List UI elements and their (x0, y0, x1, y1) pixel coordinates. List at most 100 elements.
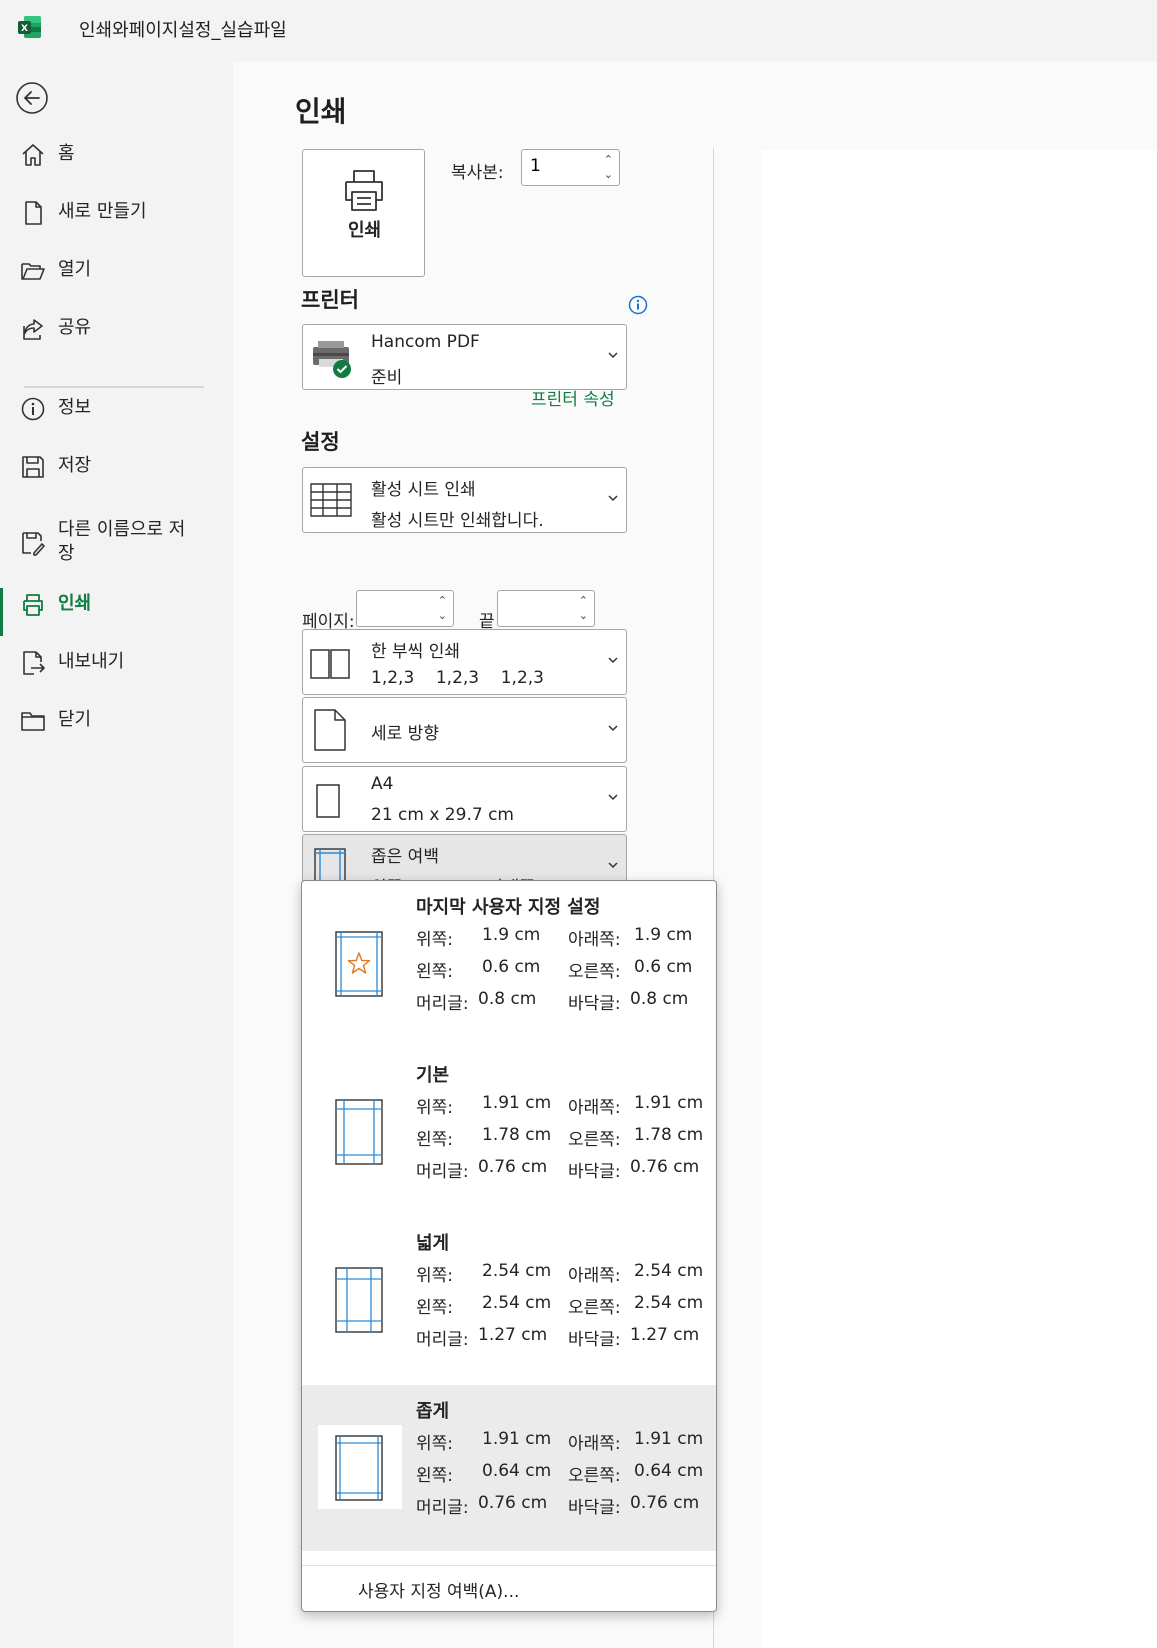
value: 2.54 cm (634, 1261, 704, 1281)
label: 머리글: (416, 994, 469, 1014)
label: 오른쪽: (568, 1466, 621, 1486)
nav-save[interactable]: 저장 (0, 442, 232, 490)
value: 1.78 cm (482, 1125, 552, 1145)
nav-label: 내보내기 (58, 651, 125, 672)
value: 0.6 cm (482, 957, 541, 977)
save-as-icon (22, 532, 45, 556)
narrow-margins-icon (335, 1435, 383, 1501)
chevron-down-icon (608, 657, 618, 664)
margin-option-normal[interactable]: 기본 위쪽: 1.91 cm 아래쪽: 1.91 cm 왼쪽: 1.78 cm 오른쪽: 1… (302, 1049, 716, 1217)
printer-properties-link[interactable]: 프린터 속성 (531, 385, 615, 410)
value: 0.76 cm (478, 1157, 548, 1177)
printer-dropdown[interactable]: Hancom PDF 준비 (302, 324, 627, 390)
nav-label: 새로 만들기 (58, 201, 147, 222)
nav-info[interactable]: 정보 (0, 384, 232, 432)
title-bar: X 인쇄와페이지설정_실습파일 (0, 0, 1157, 56)
value: 2.54 cm (482, 1261, 552, 1281)
nav-open[interactable]: 열기 (0, 246, 232, 294)
value: 2.54 cm (482, 1293, 552, 1313)
excel-app-icon: X (18, 16, 41, 38)
nav-share[interactable]: 공유 (0, 304, 232, 352)
nav-save-as[interactable]: 다른 이름으로 저 장 (0, 512, 232, 572)
nav-home[interactable]: 홈 (0, 130, 232, 178)
label: 왼쪽: (416, 1466, 454, 1486)
save-icon (22, 456, 44, 478)
nav-label: 저장 (58, 455, 92, 476)
paper-size-title: A4 (371, 774, 394, 794)
nav-label: 열기 (58, 259, 92, 280)
value: 1.91 cm (482, 1093, 552, 1113)
print-preview (761, 150, 1157, 1648)
share-icon (23, 319, 43, 340)
margin-option-last-custom[interactable]: 마지막 사용자 지정 설정 위쪽: 1.9 cm 아래쪽: 1.9 cm 왼쪽: 0.6… (302, 881, 716, 1049)
value: 1.27 cm (630, 1325, 700, 1345)
value: 0.64 cm (634, 1461, 704, 1481)
chevron-down-icon (608, 725, 618, 732)
nav-close[interactable]: 닫기 (0, 696, 232, 744)
nav-print[interactable]: 인쇄 (0, 580, 232, 636)
margin-thumbnail (318, 1425, 402, 1509)
pages-from-input[interactable] (365, 597, 425, 617)
menu-separator (302, 1565, 716, 1566)
copies-input[interactable] (530, 156, 590, 176)
nav-new[interactable]: 새로 만들기 (0, 188, 232, 236)
svg-text:X: X (21, 24, 28, 34)
value: 1.91 cm (482, 1429, 552, 1449)
export-icon (23, 651, 45, 675)
nav-label: 다른 이름으로 저 장 (58, 519, 186, 564)
margin-thumbnail (318, 1257, 402, 1341)
label: 머리글: (416, 1330, 469, 1350)
chevron-down-icon (608, 352, 618, 359)
label: 머리글: (416, 1498, 469, 1518)
margin-thumbnail (318, 921, 402, 1005)
paper-size-dropdown[interactable]: A4 21 cm x 29.7 cm (302, 766, 627, 832)
pages-to-input[interactable] (506, 597, 566, 617)
margins-menu: 마지막 사용자 지정 설정 위쪽: 1.9 cm 아래쪽: 1.9 cm 왼쪽: 0.6… (301, 880, 717, 1612)
back-arrow-icon[interactable] (14, 80, 50, 116)
spin-up-icon[interactable]: ⌃ (438, 595, 447, 606)
value: 1.27 cm (478, 1325, 548, 1345)
spin-down-icon[interactable]: ⌄ (604, 169, 613, 180)
print-scope-dropdown[interactable]: 활성 시트 인쇄 활성 시트만 인쇄합니다. (302, 467, 627, 533)
value: 0.76 cm (478, 1493, 548, 1513)
nav-label: 닫기 (58, 709, 92, 730)
label: 오른쪽: (568, 1298, 621, 1318)
label: 바닥글: (568, 1498, 621, 1518)
copies-label: 복사본: (451, 163, 504, 183)
nav-export[interactable]: 내보내기 (0, 638, 232, 686)
custom-margins-menu-item[interactable]: 사용자 지정 여백(A)... (358, 1577, 519, 1602)
pages-from-stepper[interactable]: ⌃ ⌄ (356, 590, 454, 627)
spin-down-icon[interactable]: ⌄ (438, 610, 447, 621)
label: 왼쪽: (416, 962, 454, 982)
printer-icon (23, 594, 43, 616)
label: 머리글: (416, 1162, 469, 1182)
margin-option-narrow[interactable]: 좁게 위쪽: 1.91 cm 아래쪽: 1.91 cm 왼쪽: 0.64 cm 오른쪽: 0… (302, 1385, 716, 1551)
printer-info-icon[interactable] (628, 295, 648, 315)
margin-option-name: 넓게 (416, 1233, 450, 1254)
spin-down-icon[interactable]: ⌄ (579, 610, 588, 621)
label: 아래쪽: (568, 1266, 621, 1286)
value: 1.91 cm (634, 1429, 704, 1449)
pages-to-stepper[interactable]: ⌃ ⌄ (497, 590, 595, 627)
settings-header: 설정 (301, 430, 340, 454)
collate-title: 한 부씩 인쇄 (371, 642, 461, 662)
home-icon (22, 144, 44, 166)
value: 0.64 cm (482, 1461, 552, 1481)
print-button[interactable]: 인쇄 (302, 149, 425, 277)
spin-up-icon[interactable]: ⌃ (604, 154, 613, 165)
label: 오른쪽: (568, 1130, 621, 1150)
nav-label: 홈 (58, 143, 75, 164)
nav-label: 공유 (58, 317, 92, 338)
label: 아래쪽: (568, 1098, 621, 1118)
copies-stepper[interactable]: ⌃ ⌄ (521, 149, 620, 186)
value: 0.76 cm (630, 1157, 700, 1177)
margin-option-wide[interactable]: 넓게 위쪽: 2.54 cm 아래쪽: 2.54 cm 왼쪽: 2.54 cm 오른쪽: 2… (302, 1217, 716, 1385)
collate-dropdown[interactable]: 한 부씩 인쇄 1,2,3 1,2,3 1,2,3 (302, 629, 627, 695)
close-folder-icon (21, 712, 45, 731)
paper-size-icon (316, 784, 340, 818)
label: 바닥글: (568, 994, 621, 1014)
orientation-dropdown[interactable]: 세로 방향 (302, 697, 627, 763)
spin-up-icon[interactable]: ⌃ (579, 595, 588, 606)
label: 아래쪽: (568, 930, 621, 950)
value: 1.9 cm (634, 925, 693, 945)
